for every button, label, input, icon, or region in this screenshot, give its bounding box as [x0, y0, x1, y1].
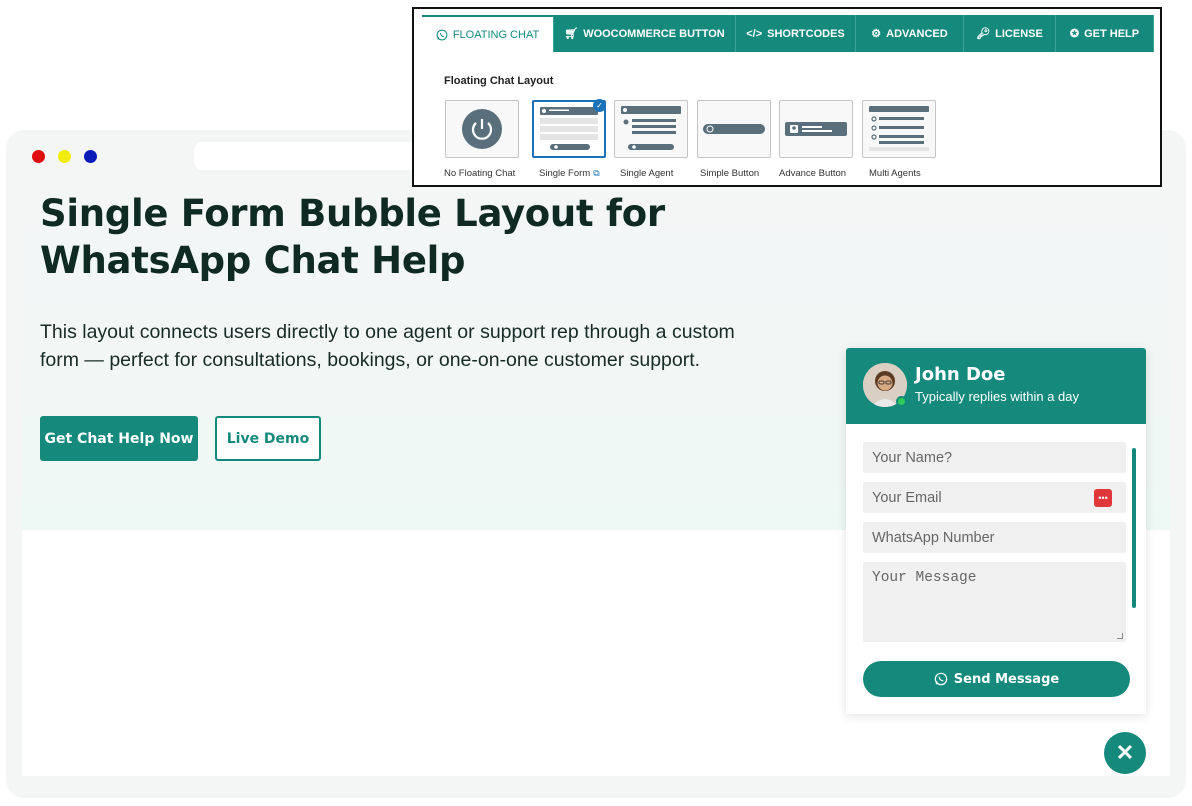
- tab-floating-chat-label: FLOATING CHAT: [452, 28, 540, 41]
- stage: Single Form Bubble Layout for WhatsApp C…: [0, 0, 1192, 806]
- layout-option-single-form[interactable]: ✓: [532, 99, 606, 158]
- agent-name: John Doe: [915, 364, 1006, 385]
- agent-layout-icon: [621, 106, 681, 150]
- hero-description: This layout connects users directly to o…: [40, 318, 760, 374]
- floating-chat-layout-heading: Floating Chat Layout: [444, 75, 554, 87]
- tab-shortcodes[interactable]: </> SHORTCODES: [736, 15, 856, 52]
- layout-label-no-floating-chat: No Floating Chat: [444, 168, 516, 179]
- tab-license-label: LICENSE: [995, 27, 1043, 40]
- tab-get-help-label: GET HELP: [1084, 27, 1140, 40]
- get-chat-help-button[interactable]: Get Chat Help Now: [40, 416, 198, 461]
- multi-agents-icon: [869, 106, 929, 151]
- tab-license[interactable]: 🔑︎ LICENSE: [964, 15, 1056, 52]
- tab-shortcodes-label: SHORTCODES: [767, 27, 845, 40]
- layout-label-single-agent: Single Agent: [620, 168, 674, 179]
- layout-label-simple-button: Simple Button: [700, 168, 760, 179]
- layout-label-advance-button: Advance Button: [779, 168, 847, 179]
- advance-button-icon: [785, 122, 847, 136]
- hero-description-line2: form — perfect for consultations, bookin…: [40, 349, 701, 371]
- password-manager-icon[interactable]: •••: [1094, 489, 1112, 507]
- close-chat-button[interactable]: ✕: [1104, 732, 1146, 774]
- hero-title-line2: WhatsApp Chat Help: [40, 239, 466, 282]
- layout-option-single-agent[interactable]: [614, 100, 688, 158]
- tab-get-help[interactable]: ✪ GET HELP: [1056, 15, 1154, 52]
- simple-button-icon: [703, 124, 765, 134]
- key-icon: 🔑︎: [976, 28, 991, 40]
- form-layout-icon: [540, 107, 598, 150]
- settings-tabs: FLOATING CHAT 🛒︎ WOOCOMMERCE BUTTON </> …: [422, 15, 1154, 52]
- hero-description-line1: This layout connects users directly to o…: [40, 321, 735, 343]
- layout-option-no-floating-chat[interactable]: [445, 100, 519, 158]
- form-scrollbar[interactable]: [1132, 448, 1136, 608]
- chat-widget: John Doe Typically replies within a day …: [846, 348, 1146, 714]
- layout-option-advance-button[interactable]: [779, 100, 853, 158]
- chat-header: John Doe Typically replies within a day: [846, 348, 1146, 424]
- tab-woocommerce-label: WOOCOMMERCE BUTTON: [583, 27, 725, 40]
- lifebuoy-icon: ✪: [1069, 28, 1080, 40]
- agent-reply-time: Typically replies within a day: [915, 389, 1080, 404]
- name-input[interactable]: [863, 442, 1126, 473]
- code-icon: </>: [746, 27, 763, 40]
- layout-label-single-form: Single Form ⧉: [539, 168, 600, 179]
- tab-advanced[interactable]: ⚙ ADVANCED: [856, 15, 964, 52]
- window-close-dot: [32, 150, 45, 163]
- whatsapp-number-input[interactable]: [863, 522, 1126, 553]
- window-maximize-dot: [84, 150, 97, 163]
- textarea-resize-handle[interactable]: [1117, 633, 1123, 639]
- layout-option-multi-agents[interactable]: [862, 100, 936, 158]
- external-link-icon[interactable]: ⧉: [593, 168, 599, 178]
- hero-title-line1: Single Form Bubble Layout for: [40, 192, 665, 235]
- power-icon: [462, 109, 502, 149]
- whatsapp-icon: [934, 672, 948, 686]
- message-textarea[interactable]: [863, 562, 1126, 642]
- live-demo-button[interactable]: Live Demo: [215, 416, 321, 461]
- tab-woocommerce-button[interactable]: 🛒︎ WOOCOMMERCE BUTTON: [554, 15, 736, 52]
- gears-icon: ⚙: [871, 28, 882, 40]
- selected-check-icon: ✓: [593, 99, 606, 112]
- layout-option-simple-button[interactable]: [697, 100, 771, 158]
- send-message-label: Send Message: [953, 671, 1060, 687]
- layout-label-multi-agents: Multi Agents: [869, 168, 921, 179]
- send-message-button[interactable]: Send Message: [863, 661, 1130, 697]
- cart-icon: 🛒︎: [564, 28, 579, 40]
- window-minimize-dot: [58, 150, 71, 163]
- tab-advanced-label: ADVANCED: [886, 27, 948, 40]
- settings-panel: FLOATING CHAT 🛒︎ WOOCOMMERCE BUTTON </> …: [412, 7, 1162, 187]
- layout-label-single-form-text: Single Form: [539, 168, 591, 179]
- email-input[interactable]: [863, 482, 1126, 513]
- whatsapp-icon: [436, 29, 448, 40]
- tab-floating-chat[interactable]: FLOATING CHAT: [422, 15, 554, 52]
- hero-title: Single Form Bubble Layout for WhatsApp C…: [40, 190, 680, 284]
- online-status-indicator: [896, 396, 907, 407]
